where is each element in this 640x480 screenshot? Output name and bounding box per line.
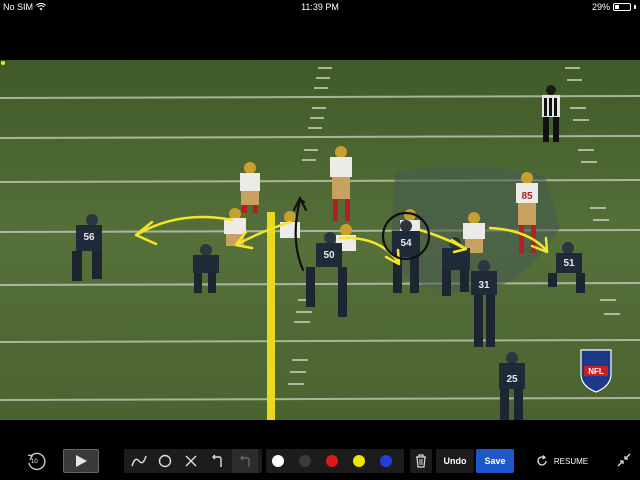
color-blue-swatch[interactable] (380, 455, 392, 467)
jersey-31: 31 (478, 280, 490, 291)
battery-icon (613, 3, 631, 11)
jersey-51: 51 (563, 258, 575, 269)
undo-button[interactable]: Undo (436, 449, 474, 473)
save-button[interactable]: Save (476, 449, 514, 473)
clear-drawings-button[interactable] (410, 449, 432, 473)
football-field-scene[interactable]: 56 50 54 31 51 25 85 NFL (0, 60, 640, 420)
arrow-tool-icon (212, 454, 222, 467)
play-button[interactable] (63, 449, 99, 473)
battery-level (615, 5, 619, 9)
circle-tool-button[interactable] (152, 449, 178, 473)
curve-tool-icon (131, 455, 147, 467)
battery-percent: 29% (591, 2, 610, 12)
color-gray-swatch[interactable] (299, 455, 311, 467)
battery-tip (634, 5, 636, 9)
exit-fullscreen-button[interactable] (614, 450, 634, 470)
resume-label: RESUME (553, 456, 589, 466)
color-red-swatch[interactable] (326, 455, 338, 467)
play-icon (76, 455, 87, 467)
status-bar: No SIM 11:39 PM 29% (0, 0, 640, 14)
nfl-logo-text: NFL (588, 367, 604, 376)
jersey-56: 56 (83, 232, 95, 243)
undo-stroke-button[interactable] (232, 449, 258, 473)
first-down-line (267, 212, 275, 420)
video-marker-dot (1, 61, 5, 65)
color-picker-group (266, 449, 404, 473)
color-white-swatch[interactable] (272, 455, 284, 467)
rewind-10-button[interactable]: 10 (24, 450, 48, 474)
color-yellow-swatch[interactable] (353, 455, 365, 467)
jersey-25: 25 (506, 374, 518, 385)
curve-tool-button[interactable] (126, 449, 152, 473)
telestrator-toolbar: 10 Undo Save RESUME (0, 440, 640, 480)
arrow-tool-button[interactable] (204, 449, 230, 473)
jersey-85: 85 (521, 191, 533, 202)
collapse-arrows-icon (617, 453, 631, 467)
x-tool-button[interactable] (178, 449, 204, 473)
nfl-logo: NFL (580, 349, 612, 393)
rewind-seconds: 10 (31, 459, 38, 465)
x-tool-icon (185, 455, 197, 467)
clock: 11:39 PM (301, 2, 339, 12)
status-bar-right: 29% (592, 0, 636, 14)
jersey-54: 54 (400, 238, 412, 249)
circle-tool-icon (158, 454, 172, 468)
undo-arrow-icon (240, 455, 250, 467)
jersey-50: 50 (323, 250, 335, 261)
resume-icon (537, 455, 547, 466)
drawing-tools-group (124, 449, 262, 473)
trash-icon (416, 454, 426, 468)
resume-button[interactable]: RESUME (534, 449, 590, 473)
video-frame[interactable]: 56 50 54 31 51 25 85 NFL (0, 60, 640, 420)
